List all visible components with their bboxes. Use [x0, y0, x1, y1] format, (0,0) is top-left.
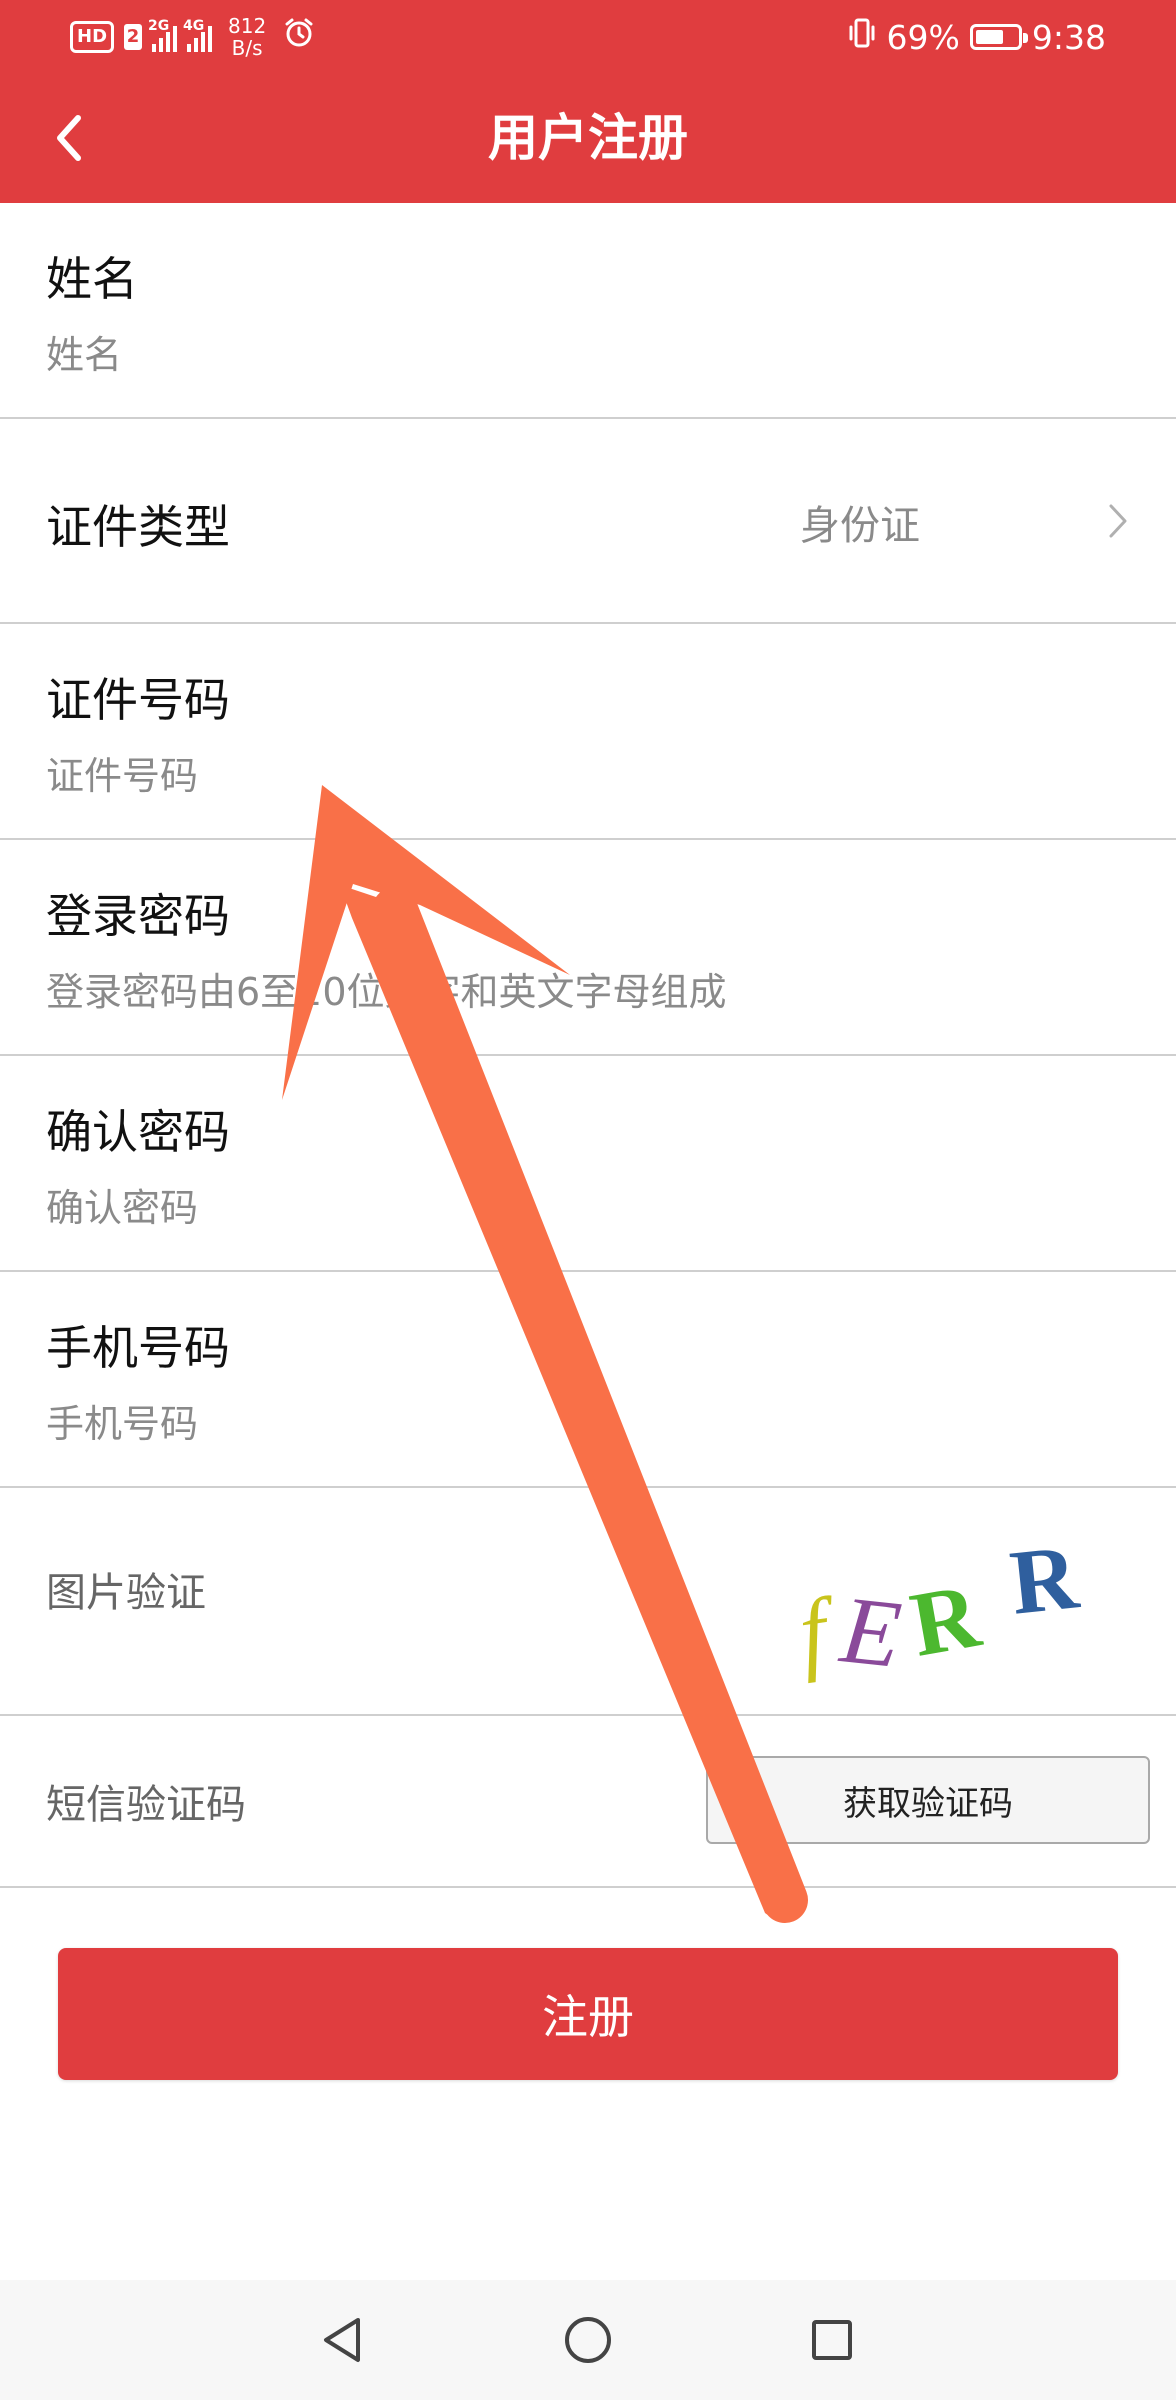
signal-2g-label: 2G [148, 18, 170, 34]
id-type-row[interactable]: 证件类型 身份证 [0, 419, 1176, 624]
register-button[interactable]: 注册 [58, 1948, 1118, 2080]
clock: 9:38 [1031, 17, 1106, 57]
signal-2g-icon: 2G [148, 18, 178, 52]
name-row: 姓名 [0, 203, 1176, 419]
home-circle-icon [565, 2317, 611, 2363]
sim-badge: 2 [124, 24, 143, 50]
hd-badge: HD [70, 21, 115, 53]
chevron-right-icon[interactable] [1106, 501, 1130, 541]
battery-icon [969, 24, 1028, 50]
captcha-char: R [1006, 1530, 1084, 1634]
confirm-password-label: 确认密码 [46, 1105, 230, 1159]
system-nav-bar [0, 2280, 1176, 2400]
name-label: 姓名 [46, 252, 138, 306]
nav-recents-button[interactable] [802, 2310, 862, 2370]
back-button[interactable] [36, 100, 100, 176]
page-title: 用户注册 [488, 109, 688, 167]
password-label: 登录密码 [46, 889, 230, 943]
status-left: HD 2 2G 4G 812 B/s [70, 15, 316, 59]
image-verify-label: 图片验证 [46, 1570, 206, 1616]
phone-input[interactable] [46, 1394, 1126, 1454]
vibrate-icon [847, 16, 877, 58]
id-number-row: 证件号码 [0, 624, 1176, 840]
confirm-password-input[interactable] [46, 1178, 1126, 1238]
app-header: HD 2 2G 4G 812 B/s 69% 9:38 用户注册 [0, 0, 1176, 203]
password-row: 登录密码 [0, 840, 1176, 1056]
confirm-password-row: 确认密码 [0, 1056, 1176, 1272]
alarm-icon [282, 16, 316, 58]
battery-percent: 69% [886, 17, 960, 57]
network-speed: 812 B/s [228, 15, 266, 59]
id-type-value[interactable]: 身份证 [800, 493, 920, 551]
status-right: 69% 9:38 [847, 16, 1106, 58]
password-input[interactable] [46, 962, 1126, 1022]
chevron-left-icon [57, 115, 81, 161]
network-speed-value: 812 [228, 14, 267, 38]
status-bar: HD 2 2G 4G 812 B/s 69% 9:38 [0, 0, 1176, 75]
phone-row: 手机号码 [0, 1272, 1176, 1488]
nav-back-button[interactable] [312, 2310, 372, 2370]
captcha-char: f [793, 1578, 844, 1684]
captcha-char: E [834, 1575, 905, 1688]
network-speed-unit: B/s [231, 36, 263, 60]
id-number-input[interactable] [46, 746, 1126, 806]
recents-square-icon [812, 2320, 852, 2360]
id-type-label: 证件类型 [46, 500, 230, 554]
sms-verify-label: 短信验证码 [46, 1782, 246, 1828]
signal-4g-label: 4G [183, 18, 205, 34]
captcha-char: R [904, 1564, 989, 1676]
nav-home-button[interactable] [558, 2310, 618, 2370]
get-sms-code-button[interactable]: 获取验证码 [706, 1756, 1150, 1844]
id-number-label: 证件号码 [46, 673, 230, 727]
captcha-image[interactable]: f E R R [790, 1530, 1130, 1700]
back-triangle-icon [324, 2318, 360, 2362]
name-input[interactable] [46, 325, 1126, 385]
signal-4g-icon: 4G [183, 18, 213, 52]
phone-label: 手机号码 [46, 1321, 230, 1375]
